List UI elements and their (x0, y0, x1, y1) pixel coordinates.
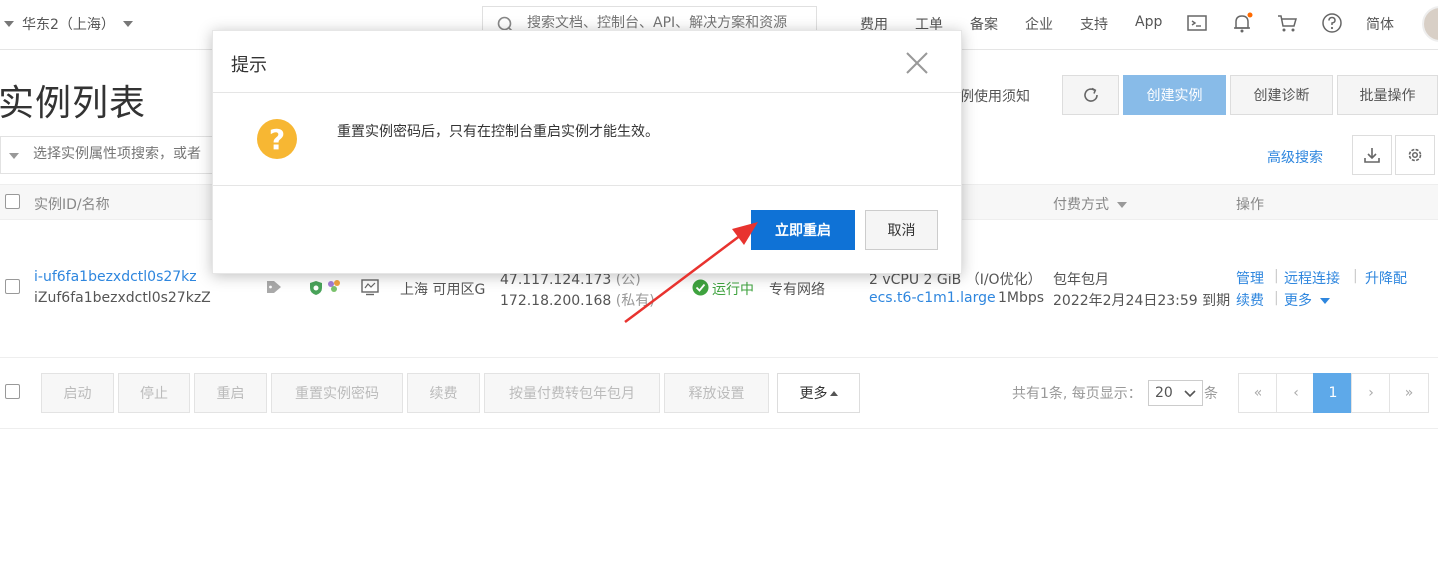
batch-operations-button[interactable]: 批量操作 (1337, 75, 1438, 115)
caret-down-icon (1320, 298, 1331, 304)
cancel-button[interactable]: 取消 (865, 210, 938, 250)
dialog-message: 重置实例密码后，只有在控制台重启实例才能生效。 (337, 124, 659, 140)
pagination-summary: 共有1条, 每页显示： (1012, 386, 1142, 402)
row-checkbox[interactable] (5, 279, 20, 294)
tag-icon[interactable] (266, 280, 282, 294)
column-header-id-name: 实例ID/名称 (34, 197, 110, 213)
renew-button[interactable]: 续费 (407, 373, 480, 413)
download-icon (1364, 148, 1380, 163)
nav-support[interactable]: 支持 (1080, 14, 1108, 34)
restart-now-button[interactable]: 立即重启 (751, 210, 855, 250)
avatar[interactable] (1422, 6, 1438, 42)
select-all-checkbox[interactable] (5, 194, 20, 209)
last-page-button[interactable]: » (1389, 373, 1429, 413)
bell-icon[interactable] (1231, 12, 1253, 34)
instance-filter[interactable] (0, 136, 218, 174)
refresh-icon (1083, 87, 1098, 102)
filter-input[interactable] (33, 146, 213, 162)
zone-label: 上海 可用区G (400, 282, 486, 298)
column-header-actions: 操作 (1236, 197, 1264, 213)
divider (213, 185, 961, 186)
page-size-value: 20 (1155, 385, 1173, 401)
page-1-button[interactable]: 1 (1313, 373, 1353, 413)
column-header-billing[interactable]: 付费方式 (1053, 194, 1128, 214)
monitor-icon[interactable] (361, 278, 379, 296)
language-switch[interactable]: 简体 (1366, 14, 1394, 34)
caret-up-icon (829, 390, 838, 396)
create-instance-button[interactable]: 创建实例 (1123, 75, 1226, 115)
cloud-monitor-icon (328, 280, 340, 292)
public-ip-value: 47.117.124.173 (500, 272, 612, 288)
terminal-icon[interactable] (1186, 12, 1208, 34)
create-diagnosis-button[interactable]: 创建诊断 (1230, 75, 1333, 115)
search-input[interactable] (527, 15, 812, 31)
restart-button[interactable]: 重启 (194, 373, 267, 413)
reset-password-button[interactable]: 重置实例密码 (271, 373, 403, 413)
question-icon: ? (257, 119, 297, 159)
caret-down-icon (1117, 202, 1128, 208)
prev-page-button[interactable]: ‹ (1276, 373, 1316, 413)
gear-icon (1408, 148, 1422, 162)
check-circle-icon (692, 279, 709, 296)
more-bulk-actions-label: 更多 (799, 386, 828, 402)
more-actions-link[interactable]: 更多 (1284, 290, 1331, 310)
private-ip: 172.18.200.168 (私有) (500, 290, 655, 310)
first-page-button[interactable]: « (1238, 373, 1278, 413)
nav-enterprise[interactable]: 企业 (1025, 14, 1053, 34)
expiry-date: 2022年2月24日23:59 到期 (1053, 293, 1231, 309)
cart-icon[interactable] (1276, 12, 1298, 34)
action-separator: | (1274, 290, 1279, 306)
instance-id-link[interactable]: i-uf6fa1bezxdctl0s27kz (34, 269, 197, 285)
shield-icon (310, 281, 322, 295)
nav-app[interactable]: App (1135, 14, 1162, 30)
billing-method: 包年包月 (1053, 272, 1109, 288)
public-ip-tag: (公) (615, 272, 641, 288)
start-button[interactable]: 启动 (41, 373, 114, 413)
console-page: 华东2（上海） 费用 工单 备案 企业 支持 App (0, 0, 1438, 584)
stop-button[interactable]: 停止 (118, 373, 190, 413)
instance-type-link[interactable]: ecs.t6-c1m1.large (869, 290, 996, 306)
export-button[interactable] (1352, 135, 1392, 175)
bandwidth: 1Mbps (998, 290, 1045, 306)
next-page-button[interactable]: › (1351, 373, 1391, 413)
page-size-select[interactable]: 20 (1148, 380, 1203, 406)
chevron-down-icon (1184, 390, 1196, 398)
convert-billing-button[interactable]: 按量付费转包年包月 (484, 373, 660, 413)
caret-down-icon (9, 153, 19, 159)
column-header-billing-label: 付费方式 (1053, 197, 1109, 213)
region-label: 华东2（上海） (22, 17, 115, 33)
restart-prompt-dialog: 提示 ? 重置实例密码后，只有在控制台重启实例才能生效。 立即重启 取消 (212, 30, 962, 274)
caret-down-icon (4, 21, 14, 27)
remote-connect-link[interactable]: 远程连接 (1284, 268, 1340, 288)
page-size-unit: 条 (1204, 386, 1218, 402)
more-actions-label: 更多 (1284, 293, 1312, 309)
status-badge: 运行中 (712, 282, 754, 298)
divider (0, 357, 1438, 358)
region-selector[interactable]: 华东2（上海） (4, 14, 133, 34)
renew-link[interactable]: 续费 (1236, 290, 1264, 310)
close-icon[interactable] (903, 49, 931, 77)
nav-icp[interactable]: 备案 (970, 14, 998, 34)
footer-select-all-checkbox[interactable] (5, 384, 20, 399)
private-ip-tag: (私有) (615, 293, 655, 309)
refresh-button[interactable] (1062, 75, 1119, 115)
page-title: 实例列表 (0, 83, 147, 124)
network-type: 专有网络 (769, 282, 825, 298)
advanced-search-link[interactable]: 高级搜索 (1267, 147, 1323, 167)
dialog-header: 提示 (213, 31, 961, 93)
chevron-down-icon (122, 21, 133, 27)
settings-button[interactable] (1395, 135, 1435, 175)
more-bulk-actions-button[interactable]: 更多 (777, 373, 860, 413)
dialog-title: 提示 (231, 55, 267, 76)
manage-link[interactable]: 管理 (1236, 268, 1264, 288)
action-separator: | (1274, 268, 1279, 284)
action-separator: | (1353, 268, 1358, 284)
private-ip-value: 172.18.200.168 (500, 293, 612, 309)
resize-link[interactable]: 升降配 (1365, 268, 1407, 288)
divider (0, 428, 1438, 429)
release-settings-button[interactable]: 释放设置 (664, 373, 769, 413)
help-icon[interactable] (1321, 12, 1343, 34)
instance-name: iZuf6fa1bezxdctl0s27kzZ (34, 290, 211, 306)
